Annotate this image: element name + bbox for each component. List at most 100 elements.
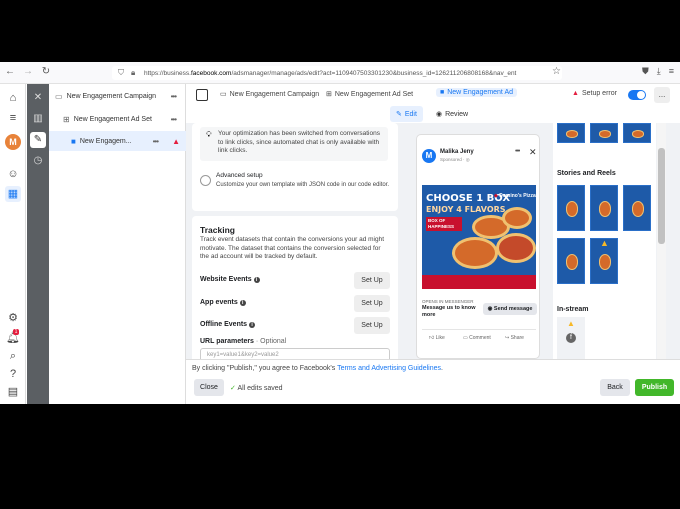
- bookmark-star-icon[interactable]: ☆: [552, 66, 561, 77]
- chart-icon[interactable]: ▥: [30, 111, 46, 127]
- more-icon: •••: [515, 148, 520, 155]
- setup-error[interactable]: ▲ Setup error: [572, 90, 617, 97]
- breadcrumb-ad[interactable]: ■ New Engagement Ad: [436, 88, 517, 97]
- url-domain: facebook.com: [190, 69, 232, 77]
- url-params-input[interactable]: key1=value1&key2=value2: [200, 348, 390, 359]
- error-icon: ▲: [572, 90, 579, 97]
- publish-button[interactable]: Publish: [635, 379, 674, 396]
- layout-toggle-icon[interactable]: [196, 89, 208, 101]
- shield-icon: ⛉: [118, 68, 124, 77]
- story-thumbnail[interactable]: [557, 238, 585, 284]
- tracking-title: Tracking: [200, 225, 235, 235]
- more-icon[interactable]: •••: [171, 92, 177, 101]
- breadcrumb-label: New Engagement Campaign: [229, 90, 320, 98]
- tracking-row-label: Offline Events i: [200, 321, 256, 328]
- gear-icon[interactable]: ⚙: [5, 310, 21, 326]
- report-icon[interactable]: ▤: [5, 384, 21, 400]
- more-button[interactable]: ...: [654, 87, 670, 103]
- page-name: Malika Jeny: [440, 149, 474, 155]
- more-icon[interactable]: •••: [171, 115, 177, 124]
- help-icon[interactable]: ?: [5, 366, 21, 382]
- tree-item-label: New Engagement Ad Set: [73, 115, 152, 123]
- instream-thumbnail[interactable]: ▲ f: [557, 317, 585, 359]
- pocket-icon[interactable]: ⛊: [642, 66, 649, 77]
- more-icon[interactable]: •••: [153, 137, 159, 146]
- hamburger-icon[interactable]: ≡: [5, 110, 21, 126]
- tree-item-adset[interactable]: ⊞ New Engagement Ad Set •••: [49, 109, 186, 129]
- setup-card: 💡︎ Your optimization has been switched f…: [192, 123, 398, 211]
- scroll-thumb[interactable]: [658, 148, 665, 244]
- info-icon: i: [239, 300, 246, 306]
- tree-item-label: New Engagem...: [79, 137, 132, 145]
- message-text: Message us to know more: [422, 305, 476, 318]
- avatar[interactable]: M: [5, 134, 21, 150]
- terms-link[interactable]: Terms and Advertising Guidelines: [337, 365, 441, 372]
- reload-icon[interactable]: ↻: [38, 66, 54, 77]
- back-arrow-icon[interactable]: ←: [2, 66, 18, 77]
- tab-edit[interactable]: ✎ Edit: [390, 106, 423, 122]
- address-bar[interactable]: ⛉ 🔒︎ https://business. facebook.com/adsma…: [112, 66, 562, 80]
- share-icon: ↪: [505, 335, 510, 341]
- comment-action: ▭ Comment: [463, 335, 491, 341]
- setup-website-button[interactable]: Set Up: [354, 272, 390, 289]
- tab-review[interactable]: ◉ Review: [430, 106, 474, 122]
- breadcrumb-adset[interactable]: ⊞ New Engagement Ad Set: [326, 90, 414, 99]
- tracking-desc: Track event datasets that contain the co…: [200, 236, 385, 260]
- tracking-card: Tracking Track event datasets that conta…: [192, 216, 398, 359]
- grid-icon: ⊞: [326, 91, 332, 98]
- folder-icon: ▭: [220, 91, 227, 98]
- facebook-icon: f: [566, 333, 576, 343]
- advanced-setup-radio[interactable]: [200, 175, 211, 186]
- sponsored-label: Sponsored · ◎: [440, 157, 470, 162]
- home-icon[interactable]: ⌂: [5, 90, 21, 106]
- send-message-button[interactable]: ◉ Send message: [483, 303, 537, 315]
- pizza-image: [452, 237, 498, 269]
- scrollbar[interactable]: [657, 123, 666, 359]
- tree-item-ad[interactable]: ■ New Engagem... ••• ▲: [49, 131, 186, 151]
- search-icon[interactable]: ⌕: [5, 348, 21, 364]
- tree-item-campaign[interactable]: ▭ New Engagement Campaign •••: [49, 86, 186, 106]
- opens-in-label: OPENS IN MESSENGER: [422, 299, 474, 304]
- breadcrumb-campaign[interactable]: ▭ New Engagement Campaign: [220, 90, 320, 99]
- breadcrumb: ▭ New Engagement Campaign ⊞ New Engageme…: [186, 84, 680, 106]
- ad-toggle[interactable]: [628, 90, 646, 100]
- globe-icon: ◎: [465, 157, 470, 162]
- download-icon[interactable]: ⤓: [657, 66, 661, 77]
- brand-logo: ◆ Domino's Pizza: [494, 193, 536, 199]
- setup-app-button[interactable]: Set Up: [354, 295, 390, 312]
- left-rail: ⌂ ≡ M ☺ ▦ ⚙ 🔔︎ 1 ⌕ ? ▤: [0, 84, 26, 404]
- tracking-row-label: App events i: [200, 299, 246, 306]
- optimization-text: Your optimization has been switched from…: [218, 130, 380, 154]
- story-thumbnail[interactable]: [557, 185, 585, 231]
- clock-icon[interactable]: ◷: [30, 153, 46, 169]
- smiley-icon[interactable]: ☺: [5, 166, 21, 182]
- page-avatar: M: [422, 149, 436, 163]
- placement-thumbnails: Stories and Reels ▲ In-stream ▲ f: [553, 123, 656, 359]
- lock-icon: 🔒︎: [131, 68, 136, 77]
- pencil-icon: ✎: [396, 111, 402, 118]
- warning-icon: ▲: [600, 238, 609, 248]
- price-strip: [422, 275, 536, 289]
- like-action: 👍︎ Like: [429, 335, 445, 341]
- feed-thumbnail[interactable]: [590, 123, 618, 143]
- table-icon[interactable]: ▦: [5, 186, 21, 202]
- story-thumbnail[interactable]: [623, 185, 651, 231]
- pizza-image: [502, 207, 532, 229]
- divider: [422, 329, 536, 330]
- warning-icon: ▲: [172, 136, 180, 146]
- editor-area: 💡︎ Your optimization has been switched f…: [186, 123, 680, 359]
- stories-label: Stories and Reels: [557, 170, 616, 177]
- setup-offline-button[interactable]: Set Up: [354, 317, 390, 334]
- breadcrumb-label: New Engagement Ad Set: [334, 90, 414, 98]
- tree-toolbar: ✕ ▥ ✎ ◷: [27, 84, 49, 404]
- feed-thumbnail[interactable]: [557, 123, 585, 143]
- pencil-icon[interactable]: ✎: [30, 132, 46, 148]
- menu-icon[interactable]: ≡: [669, 66, 674, 77]
- story-thumbnail[interactable]: [590, 185, 618, 231]
- back-button[interactable]: Back: [600, 379, 630, 396]
- close-button[interactable]: Close: [194, 379, 224, 396]
- feed-thumbnail[interactable]: [623, 123, 651, 143]
- close-icon[interactable]: ✕: [30, 90, 46, 106]
- forward-arrow-icon[interactable]: →: [20, 66, 36, 77]
- ad-preview: M Malika Jeny Sponsored · ◎ ••• ✕ CHOOSE…: [416, 134, 540, 359]
